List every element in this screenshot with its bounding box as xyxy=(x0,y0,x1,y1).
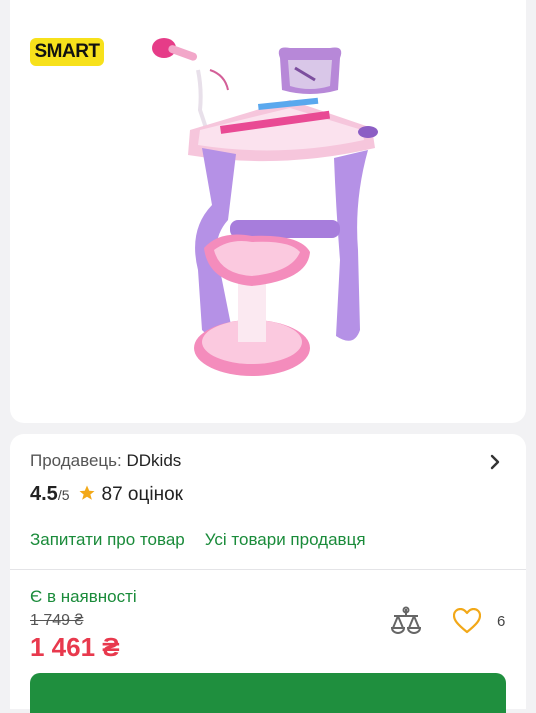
seller-row[interactable]: Продавець: DDkids xyxy=(30,451,181,471)
all-seller-products-link[interactable]: Усі товари продавця xyxy=(205,530,366,550)
rating-row[interactable]: 4.5 /5 87 оцінок xyxy=(30,482,183,506)
divider xyxy=(10,569,526,570)
product-image-card[interactable]: SMART xyxy=(10,0,526,423)
star-icon xyxy=(79,485,94,500)
product-image xyxy=(152,38,378,376)
compare-scales-icon[interactable] xyxy=(390,606,422,636)
availability-status: Є в наявності xyxy=(30,587,137,606)
rating-max: /5 xyxy=(57,487,70,503)
old-price: 1 749 ₴ xyxy=(30,612,84,629)
reviews-count[interactable]: 87 оцінок xyxy=(102,484,183,506)
smart-logo: SMART xyxy=(30,38,104,66)
chevron-right-icon[interactable] xyxy=(490,454,500,470)
heart-icon[interactable] xyxy=(453,608,481,634)
seller-links: Запитати про товар Усі товари продавця xyxy=(30,530,366,550)
ask-about-product-link[interactable]: Запитати про товар xyxy=(30,530,185,550)
product-info-card: Продавець: DDkids 4.5 /5 87 оцінок Запит… xyxy=(10,434,526,713)
seller-name[interactable]: DDkids xyxy=(126,451,181,470)
rating-value: 4.5 xyxy=(30,483,58,505)
seller-label: Продавець: xyxy=(30,451,122,470)
smart-logo-text: SMART xyxy=(34,41,100,62)
buy-button[interactable] xyxy=(30,673,506,713)
current-price: 1 461 ₴ xyxy=(30,632,120,662)
wishlist-count: 6 xyxy=(497,613,506,630)
